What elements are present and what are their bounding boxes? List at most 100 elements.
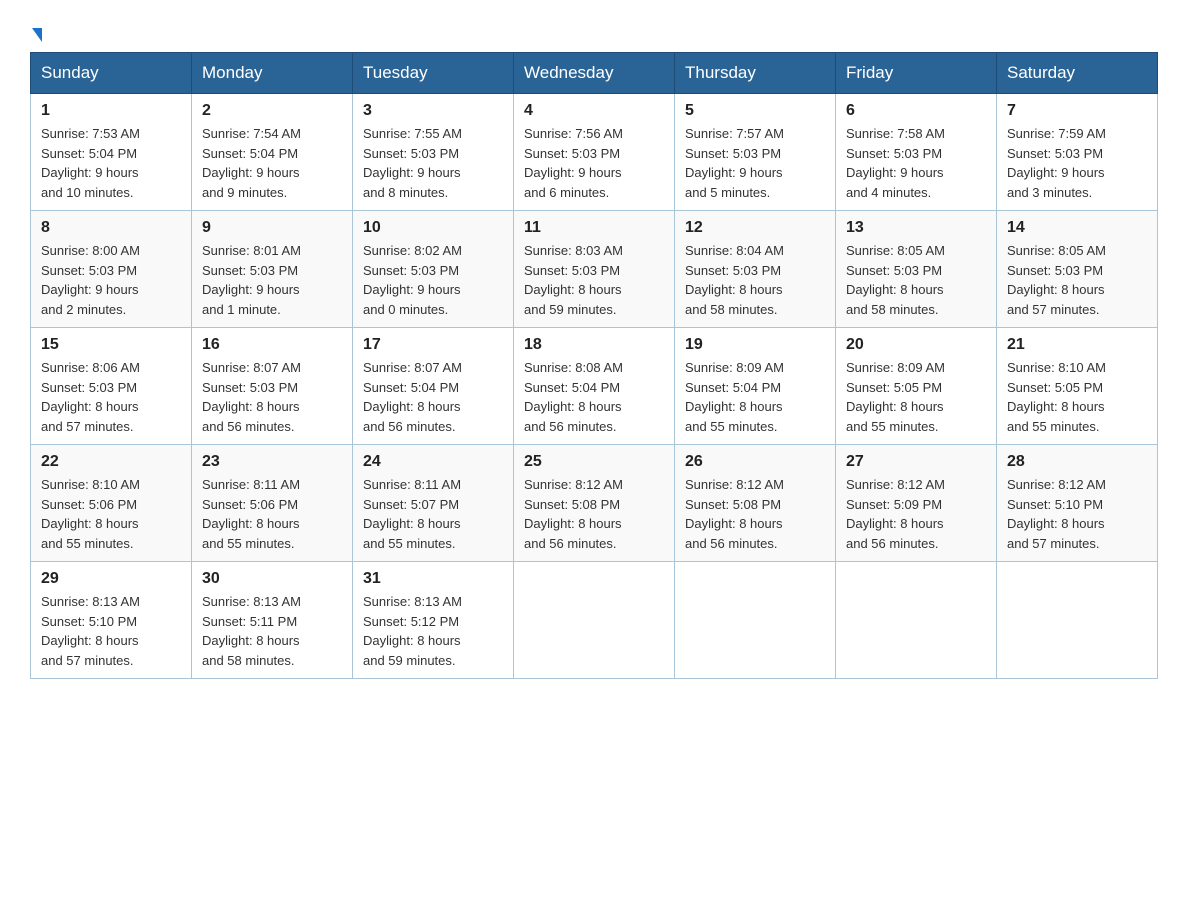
day-number: 18 — [524, 336, 664, 354]
calendar-cell: 3 Sunrise: 7:55 AM Sunset: 5:03 PM Daylig… — [353, 94, 514, 211]
calendar-cell — [836, 562, 997, 679]
day-number: 13 — [846, 219, 986, 237]
day-number: 16 — [202, 336, 342, 354]
logo — [30, 28, 42, 42]
day-info: Sunrise: 8:13 AM Sunset: 5:10 PM Dayligh… — [41, 592, 181, 670]
day-info: Sunrise: 8:12 AM Sunset: 5:09 PM Dayligh… — [846, 475, 986, 553]
calendar-cell: 25 Sunrise: 8:12 AM Sunset: 5:08 PM Dayli… — [514, 445, 675, 562]
logo-arrow-icon — [32, 28, 42, 42]
calendar-cell: 19 Sunrise: 8:09 AM Sunset: 5:04 PM Dayli… — [675, 328, 836, 445]
calendar-cell — [675, 562, 836, 679]
calendar-cell: 6Sunrise: 7:58 AM Sunset: 5:03 PM Daylig… — [836, 94, 997, 211]
weekday-header-monday: Monday — [192, 53, 353, 94]
day-info: Sunrise: 8:06 AM Sunset: 5:03 PM Dayligh… — [41, 358, 181, 436]
weekday-header-row: SundayMondayTuesdayWednesdayThursdayFrid… — [31, 53, 1158, 94]
day-number: 26 — [685, 453, 825, 471]
calendar-cell: 26 Sunrise: 8:12 AM Sunset: 5:08 PM Dayli… — [675, 445, 836, 562]
day-number: 7 — [1007, 102, 1147, 120]
weekday-header-tuesday: Tuesday — [353, 53, 514, 94]
calendar-cell: 31Sunrise: 8:13 AM Sunset: 5:12 PM Dayli… — [353, 562, 514, 679]
day-number: 8 — [41, 219, 181, 237]
weekday-header-wednesday: Wednesday — [514, 53, 675, 94]
day-info: Sunrise: 8:12 AM Sunset: 5:08 PM Dayligh… — [524, 475, 664, 553]
calendar-cell: 22 Sunrise: 8:10 AM Sunset: 5:06 PM Dayli… — [31, 445, 192, 562]
calendar-cell: 23Sunrise: 8:11 AM Sunset: 5:06 PM Dayli… — [192, 445, 353, 562]
calendar-cell: 24 Sunrise: 8:11 AM Sunset: 5:07 PM Dayli… — [353, 445, 514, 562]
day-info: Sunrise: 7:56 AM Sunset: 5:03 PM Dayligh… — [524, 124, 664, 202]
day-info: Sunrise: 8:11 AM Sunset: 5:06 PM Dayligh… — [202, 475, 342, 553]
day-info: Sunrise: 8:01 AM Sunset: 5:03 PM Dayligh… — [202, 241, 342, 319]
calendar-cell: 7 Sunrise: 7:59 AM Sunset: 5:03 PM Daylig… — [997, 94, 1158, 211]
day-info: Sunrise: 7:57 AM Sunset: 5:03 PM Dayligh… — [685, 124, 825, 202]
day-info: Sunrise: 8:05 AM Sunset: 5:03 PM Dayligh… — [1007, 241, 1147, 319]
day-info: Sunrise: 8:12 AM Sunset: 5:10 PM Dayligh… — [1007, 475, 1147, 553]
calendar-cell: 17Sunrise: 8:07 AM Sunset: 5:04 PM Dayli… — [353, 328, 514, 445]
day-info: Sunrise: 8:03 AM Sunset: 5:03 PM Dayligh… — [524, 241, 664, 319]
weekday-header-friday: Friday — [836, 53, 997, 94]
week-row-2: 8Sunrise: 8:00 AM Sunset: 5:03 PM Daylig… — [31, 211, 1158, 328]
page-header — [30, 20, 1158, 42]
calendar-cell: 28 Sunrise: 8:12 AM Sunset: 5:10 PM Dayli… — [997, 445, 1158, 562]
day-number: 24 — [363, 453, 503, 471]
day-number: 25 — [524, 453, 664, 471]
day-number: 9 — [202, 219, 342, 237]
calendar-cell: 21Sunrise: 8:10 AM Sunset: 5:05 PM Dayli… — [997, 328, 1158, 445]
day-number: 28 — [1007, 453, 1147, 471]
day-number: 4 — [524, 102, 664, 120]
calendar-cell: 1 Sunrise: 7:53 AM Sunset: 5:04 PM Daylig… — [31, 94, 192, 211]
week-row-5: 29 Sunrise: 8:13 AM Sunset: 5:10 PM Dayli… — [31, 562, 1158, 679]
calendar-cell: 13 Sunrise: 8:05 AM Sunset: 5:03 PM Dayli… — [836, 211, 997, 328]
day-info: Sunrise: 8:02 AM Sunset: 5:03 PM Dayligh… — [363, 241, 503, 319]
calendar-cell: 11Sunrise: 8:03 AM Sunset: 5:03 PM Dayli… — [514, 211, 675, 328]
week-row-4: 22 Sunrise: 8:10 AM Sunset: 5:06 PM Dayli… — [31, 445, 1158, 562]
calendar-cell: 12Sunrise: 8:04 AM Sunset: 5:03 PM Dayli… — [675, 211, 836, 328]
calendar-cell: 16 Sunrise: 8:07 AM Sunset: 5:03 PM Dayli… — [192, 328, 353, 445]
calendar-cell: 2Sunrise: 7:54 AM Sunset: 5:04 PM Daylig… — [192, 94, 353, 211]
day-info: Sunrise: 8:07 AM Sunset: 5:04 PM Dayligh… — [363, 358, 503, 436]
day-info: Sunrise: 8:07 AM Sunset: 5:03 PM Dayligh… — [202, 358, 342, 436]
day-info: Sunrise: 7:55 AM Sunset: 5:03 PM Dayligh… — [363, 124, 503, 202]
day-number: 19 — [685, 336, 825, 354]
calendar-cell: 15 Sunrise: 8:06 AM Sunset: 5:03 PM Dayli… — [31, 328, 192, 445]
day-info: Sunrise: 8:09 AM Sunset: 5:04 PM Dayligh… — [685, 358, 825, 436]
day-number: 6 — [846, 102, 986, 120]
day-number: 29 — [41, 570, 181, 588]
calendar-cell: 10 Sunrise: 8:02 AM Sunset: 5:03 PM Dayli… — [353, 211, 514, 328]
day-number: 5 — [685, 102, 825, 120]
day-info: Sunrise: 8:10 AM Sunset: 5:06 PM Dayligh… — [41, 475, 181, 553]
day-info: Sunrise: 8:13 AM Sunset: 5:12 PM Dayligh… — [363, 592, 503, 670]
day-number: 15 — [41, 336, 181, 354]
day-info: Sunrise: 8:09 AM Sunset: 5:05 PM Dayligh… — [846, 358, 986, 436]
day-info: Sunrise: 8:08 AM Sunset: 5:04 PM Dayligh… — [524, 358, 664, 436]
day-number: 21 — [1007, 336, 1147, 354]
calendar-cell: 30 Sunrise: 8:13 AM Sunset: 5:11 PM Dayli… — [192, 562, 353, 679]
weekday-header-saturday: Saturday — [997, 53, 1158, 94]
day-number: 2 — [202, 102, 342, 120]
day-info: Sunrise: 7:59 AM Sunset: 5:03 PM Dayligh… — [1007, 124, 1147, 202]
calendar-cell — [997, 562, 1158, 679]
calendar-cell: 18 Sunrise: 8:08 AM Sunset: 5:04 PM Dayli… — [514, 328, 675, 445]
day-number: 30 — [202, 570, 342, 588]
calendar-cell: 14Sunrise: 8:05 AM Sunset: 5:03 PM Dayli… — [997, 211, 1158, 328]
calendar-cell: 5 Sunrise: 7:57 AM Sunset: 5:03 PM Daylig… — [675, 94, 836, 211]
day-number: 22 — [41, 453, 181, 471]
day-info: Sunrise: 8:04 AM Sunset: 5:03 PM Dayligh… — [685, 241, 825, 319]
calendar-cell — [514, 562, 675, 679]
day-info: Sunrise: 8:13 AM Sunset: 5:11 PM Dayligh… — [202, 592, 342, 670]
calendar-cell: 8Sunrise: 8:00 AM Sunset: 5:03 PM Daylig… — [31, 211, 192, 328]
day-info: Sunrise: 8:12 AM Sunset: 5:08 PM Dayligh… — [685, 475, 825, 553]
calendar-cell: 9 Sunrise: 8:01 AM Sunset: 5:03 PM Daylig… — [192, 211, 353, 328]
calendar-cell: 27Sunrise: 8:12 AM Sunset: 5:09 PM Dayli… — [836, 445, 997, 562]
day-number: 3 — [363, 102, 503, 120]
day-number: 10 — [363, 219, 503, 237]
day-info: Sunrise: 8:05 AM Sunset: 5:03 PM Dayligh… — [846, 241, 986, 319]
week-row-1: 1 Sunrise: 7:53 AM Sunset: 5:04 PM Daylig… — [31, 94, 1158, 211]
calendar-table: SundayMondayTuesdayWednesdayThursdayFrid… — [30, 52, 1158, 679]
calendar-cell: 29 Sunrise: 8:13 AM Sunset: 5:10 PM Dayli… — [31, 562, 192, 679]
week-row-3: 15 Sunrise: 8:06 AM Sunset: 5:03 PM Dayli… — [31, 328, 1158, 445]
day-info: Sunrise: 8:11 AM Sunset: 5:07 PM Dayligh… — [363, 475, 503, 553]
day-number: 20 — [846, 336, 986, 354]
day-number: 1 — [41, 102, 181, 120]
weekday-header-thursday: Thursday — [675, 53, 836, 94]
day-info: Sunrise: 7:53 AM Sunset: 5:04 PM Dayligh… — [41, 124, 181, 202]
